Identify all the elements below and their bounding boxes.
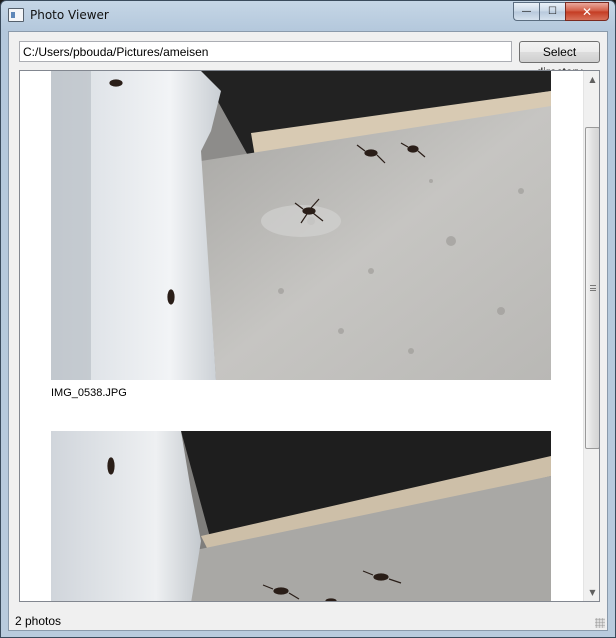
- ant-photo-image: [51, 431, 551, 601]
- vertical-scrollbar[interactable]: ▲ ▼: [583, 71, 599, 601]
- window-title: Photo Viewer: [30, 8, 109, 22]
- close-button[interactable]: ✕: [565, 2, 609, 21]
- title-bar[interactable]: Photo Viewer — ☐ ✕: [1, 1, 615, 31]
- photo-thumbnail[interactable]: [51, 431, 551, 601]
- resize-grip-icon[interactable]: [595, 618, 605, 628]
- directory-path-input[interactable]: [19, 41, 512, 62]
- caption-buttons: — ☐ ✕: [513, 2, 609, 21]
- scroll-up-arrow-icon[interactable]: ▲: [584, 71, 599, 88]
- scroll-down-arrow-icon[interactable]: ▼: [584, 584, 599, 601]
- minimize-button[interactable]: —: [513, 2, 539, 21]
- status-bar-text: 2 photos: [15, 614, 62, 628]
- photo-thumbnail[interactable]: [51, 71, 551, 380]
- scrollbar-thumb[interactable]: [585, 127, 599, 449]
- select-directory-button[interactable]: Select directory: [519, 41, 600, 79]
- app-window-icon[interactable]: [8, 8, 24, 22]
- grip-icon: [590, 285, 596, 291]
- photo-viewer-window: Photo Viewer — ☐ ✕ Select directory: [0, 0, 616, 638]
- ant-photo-image: [51, 71, 551, 380]
- photo-scroll-area[interactable]: IMG_0538.JPG ▲ ▼: [19, 70, 600, 602]
- client-area: Select directory: [8, 31, 608, 631]
- maximize-button[interactable]: ☐: [539, 2, 565, 21]
- photo-filename: IMG_0538.JPG: [51, 387, 127, 399]
